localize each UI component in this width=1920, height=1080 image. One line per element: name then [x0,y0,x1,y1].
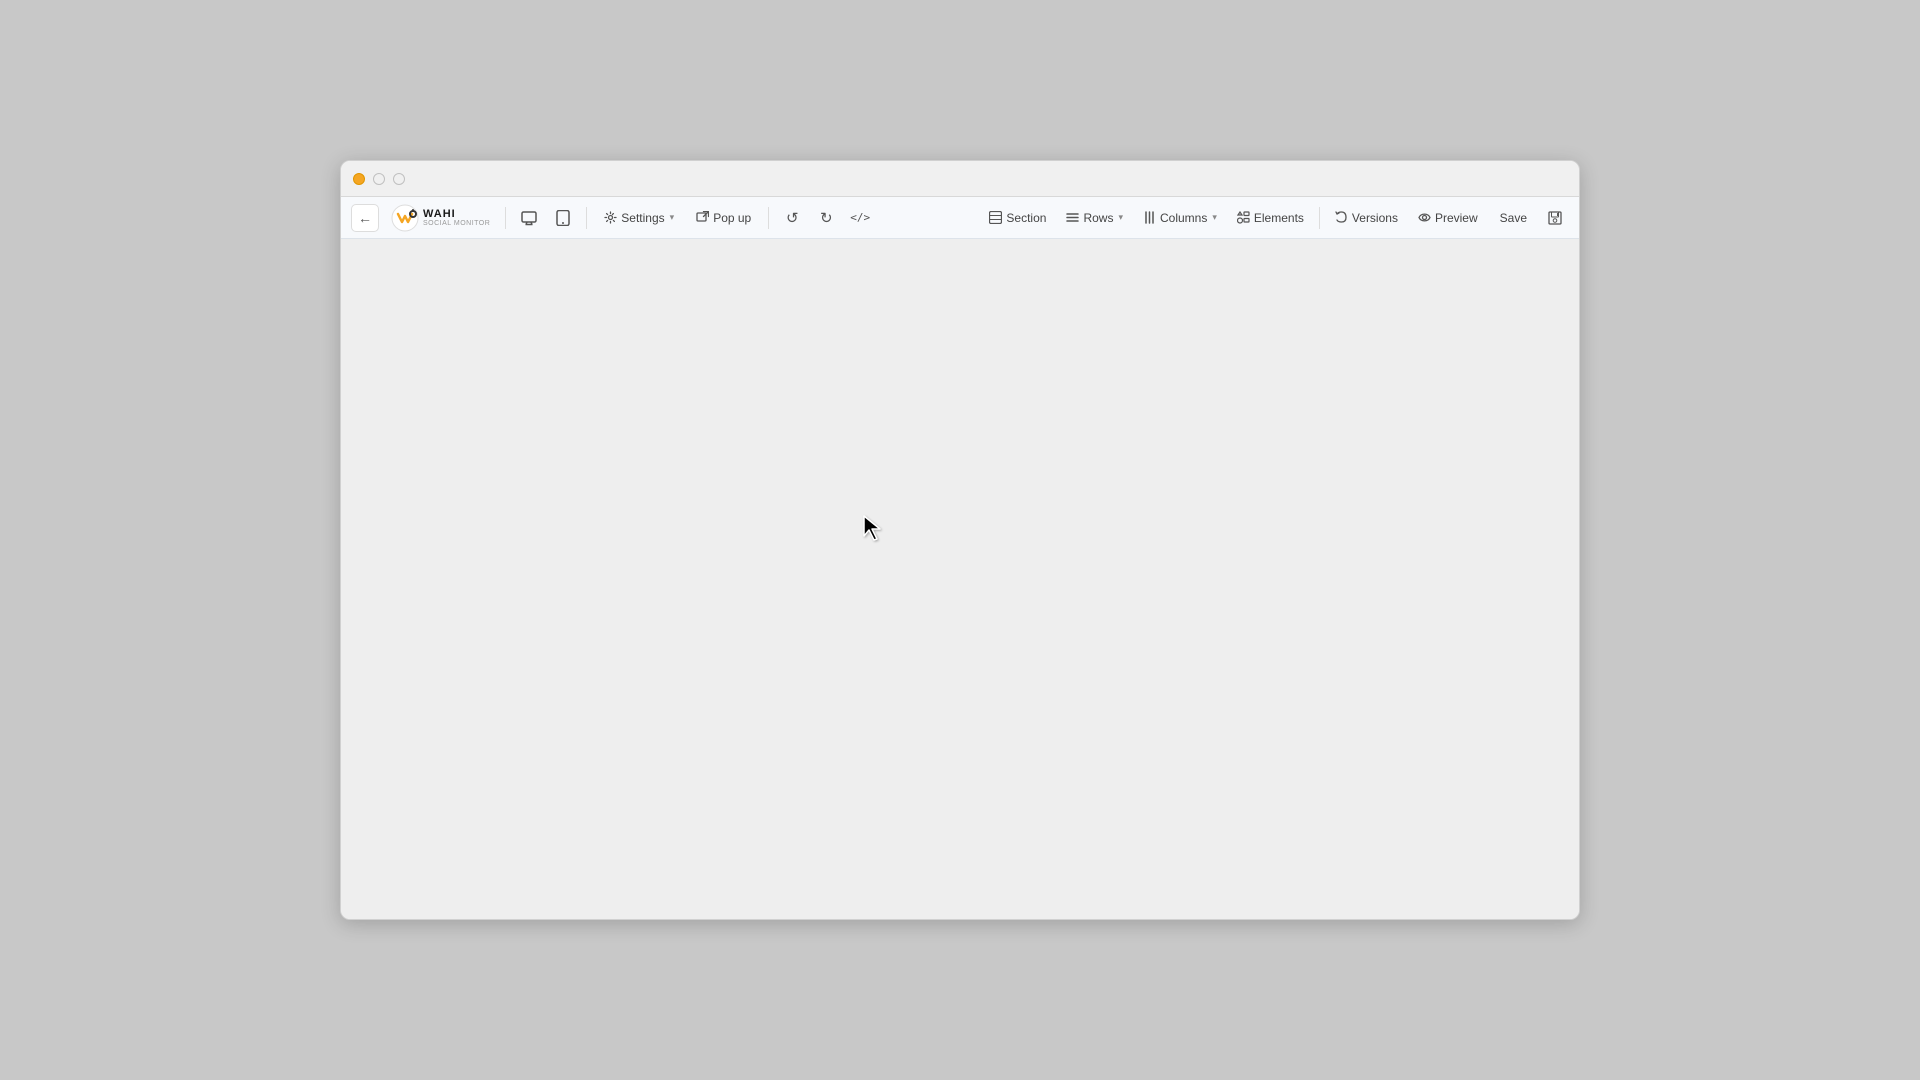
close-button[interactable] [353,173,365,185]
elements-button[interactable]: Elements [1229,207,1312,229]
toolbar-divider-1 [505,207,506,229]
columns-icon [1143,211,1156,224]
logo-icon [391,204,419,232]
mobile-view-button[interactable] [549,204,577,232]
logo-sub-text: SOCIAL MONITOR [423,220,490,227]
undo-button[interactable]: ↺ [778,204,806,232]
rows-icon [1066,211,1079,224]
canvas-area [341,239,1579,919]
logo-main-text: WAHI [423,208,490,220]
storage-icon [1548,211,1562,225]
preview-icon [1418,211,1431,224]
undo-icon: ↺ [786,209,799,227]
code-icon: </> [850,211,870,224]
toolbar-divider-4 [1319,207,1320,229]
columns-button[interactable]: Columns [1135,207,1225,229]
toolbar-divider-2 [586,207,587,229]
section-icon [989,211,1002,224]
redo-icon: ↻ [820,209,833,227]
title-bar [341,161,1579,197]
preview-button[interactable]: Preview [1410,207,1486,229]
logo-area: WAHI SOCIAL MONITOR [385,204,496,232]
desktop-view-button[interactable] [515,204,543,232]
popup-label: Pop up [713,211,751,225]
redo-button[interactable]: ↻ [812,204,840,232]
rows-button[interactable]: Rows [1058,207,1131,229]
back-button[interactable]: ← [351,204,379,232]
back-icon: ← [358,210,372,226]
maximize-button[interactable] [393,173,405,185]
columns-label: Columns [1160,211,1207,225]
save-label: Save [1500,211,1527,225]
section-label: Section [1006,211,1046,225]
versions-button[interactable]: Versions [1327,207,1406,229]
minimize-button[interactable] [373,173,385,185]
versions-label: Versions [1352,211,1398,225]
logo-text-group: WAHI SOCIAL MONITOR [423,208,490,227]
settings-button[interactable]: Settings [596,207,682,229]
save-button[interactable]: Save [1490,207,1537,229]
elements-icon [1237,211,1250,224]
toolbar-divider-3 [768,207,769,229]
desktop-icon [521,210,537,226]
app-window: ← WAHI SOCIAL MONITOR [340,160,1580,920]
settings-icon [604,211,617,224]
toolbar-left: ← WAHI SOCIAL MONITOR [351,204,975,232]
section-button[interactable]: Section [981,207,1054,229]
toolbar: ← WAHI SOCIAL MONITOR [341,197,1579,239]
preview-label: Preview [1435,211,1478,225]
elements-label: Elements [1254,211,1304,225]
storage-button[interactable] [1541,204,1569,232]
rows-label: Rows [1083,211,1113,225]
popup-icon [696,211,709,224]
mobile-icon [556,210,570,226]
versions-icon [1335,211,1348,224]
settings-label: Settings [621,211,664,225]
code-editor-button[interactable]: </> [846,204,874,232]
popup-button[interactable]: Pop up [688,207,759,229]
toolbar-right: Section Rows Columns [981,204,1569,232]
